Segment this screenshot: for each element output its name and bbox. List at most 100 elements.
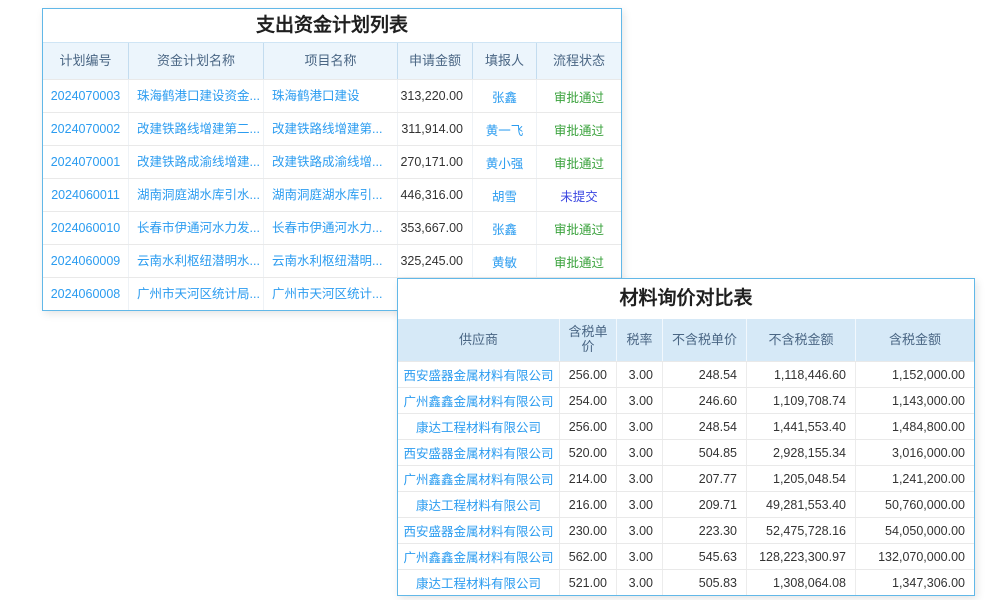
column-header-amount: 申请金额: [398, 43, 473, 79]
tax-rate-cell: 3.00: [617, 440, 663, 465]
amount-with-tax-cell: 132,070,000.00: [856, 544, 974, 569]
tax-rate-cell: 3.00: [617, 492, 663, 517]
supplier-link[interactable]: 西安盛器金属材料有限公司: [398, 362, 560, 387]
column-header-price-with-tax: 含税单价: [560, 319, 617, 361]
status-badge: 审批通过: [537, 212, 621, 244]
plan-no-link[interactable]: 2024060009: [43, 245, 129, 277]
price-without-tax-cell: 545.63: [663, 544, 747, 569]
plan-no-link[interactable]: 2024060010: [43, 212, 129, 244]
reporter-cell: 张鑫: [473, 80, 537, 112]
table-row[interactable]: 西安盛器金属材料有限公司 230.00 3.00 223.30 52,475,7…: [398, 517, 974, 543]
reporter-cell: 黄小强: [473, 146, 537, 178]
column-header-supplier: 供应商: [398, 319, 560, 361]
project-name-link[interactable]: 云南水利枢纽潜明...: [264, 245, 398, 277]
table-row[interactable]: 西安盛器金属材料有限公司 256.00 3.00 248.54 1,118,44…: [398, 361, 974, 387]
tax-rate-cell: 3.00: [617, 388, 663, 413]
tax-rate-cell: 3.00: [617, 414, 663, 439]
price-without-tax-cell: 504.85: [663, 440, 747, 465]
price-without-tax-cell: 246.60: [663, 388, 747, 413]
amount-without-tax-cell: 52,475,728.16: [747, 518, 856, 543]
table-row[interactable]: 2024060010 长春市伊通河水力发... 长春市伊通河水力... 353,…: [43, 211, 621, 244]
supplier-link[interactable]: 广州鑫鑫金属材料有限公司: [398, 466, 560, 491]
reporter-cell: 张鑫: [473, 212, 537, 244]
price-with-tax-cell: 521.00: [560, 570, 617, 595]
column-header-amount-without-tax: 不含税金额: [747, 319, 856, 361]
supplier-link[interactable]: 康达工程材料有限公司: [398, 414, 560, 439]
table-row[interactable]: 康达工程材料有限公司 216.00 3.00 209.71 49,281,553…: [398, 491, 974, 517]
supplier-link[interactable]: 康达工程材料有限公司: [398, 570, 560, 595]
plan-name-link[interactable]: 改建铁路线增建第二...: [129, 113, 264, 145]
table-row[interactable]: 西安盛器金属材料有限公司 520.00 3.00 504.85 2,928,15…: [398, 439, 974, 465]
project-name-link[interactable]: 广州市天河区统计...: [264, 278, 398, 310]
project-name-link[interactable]: 改建铁路成渝线增...: [264, 146, 398, 178]
amount-with-tax-cell: 1,152,000.00: [856, 362, 974, 387]
reporter-cell: 黄一飞: [473, 113, 537, 145]
plan-no-link[interactable]: 2024070003: [43, 80, 129, 112]
plan-no-link[interactable]: 2024060011: [43, 179, 129, 211]
column-header-plan-name: 资金计划名称: [129, 43, 264, 79]
amount-with-tax-cell: 54,050,000.00: [856, 518, 974, 543]
amount-without-tax-cell: 1,109,708.74: [747, 388, 856, 413]
supplier-link[interactable]: 康达工程材料有限公司: [398, 492, 560, 517]
plan-no-link[interactable]: 2024060008: [43, 278, 129, 310]
table-row[interactable]: 2024070002 改建铁路线增建第二... 改建铁路线增建第... 311,…: [43, 112, 621, 145]
column-header-plan-no: 计划编号: [43, 43, 129, 79]
price-without-tax-cell: 248.54: [663, 414, 747, 439]
column-header-status: 流程状态: [537, 43, 621, 79]
status-badge: 审批通过: [537, 245, 621, 277]
table-row[interactable]: 广州鑫鑫金属材料有限公司 214.00 3.00 207.77 1,205,04…: [398, 465, 974, 491]
plan-name-link[interactable]: 云南水利枢纽潜明水...: [129, 245, 264, 277]
supplier-link[interactable]: 西安盛器金属材料有限公司: [398, 518, 560, 543]
table-row[interactable]: 2024070001 改建铁路成渝线增建... 改建铁路成渝线增... 270,…: [43, 145, 621, 178]
plan-name-link[interactable]: 广州市天河区统计局...: [129, 278, 264, 310]
amount-cell: 446,316.00: [398, 179, 473, 211]
tax-rate-cell: 3.00: [617, 570, 663, 595]
table-row[interactable]: 康达工程材料有限公司 256.00 3.00 248.54 1,441,553.…: [398, 413, 974, 439]
table-row[interactable]: 2024070003 珠海鹤港口建设资金... 珠海鹤港口建设 313,220.…: [43, 79, 621, 112]
table-row[interactable]: 广州鑫鑫金属材料有限公司 562.00 3.00 545.63 128,223,…: [398, 543, 974, 569]
amount-cell: 353,667.00: [398, 212, 473, 244]
amount-without-tax-cell: 1,308,064.08: [747, 570, 856, 595]
price-with-tax-cell: 256.00: [560, 362, 617, 387]
amount-with-tax-cell: 1,241,200.00: [856, 466, 974, 491]
inquiry-table-title: 材料询价对比表: [398, 279, 974, 319]
tax-rate-cell: 3.00: [617, 466, 663, 491]
fund-table-header-row: 计划编号 资金计划名称 项目名称 申请金额 填报人 流程状态: [43, 43, 621, 79]
amount-cell: 311,914.00: [398, 113, 473, 145]
project-name-link[interactable]: 长春市伊通河水力...: [264, 212, 398, 244]
price-with-tax-cell: 520.00: [560, 440, 617, 465]
plan-name-link[interactable]: 长春市伊通河水力发...: [129, 212, 264, 244]
project-name-link[interactable]: 珠海鹤港口建设: [264, 80, 398, 112]
price-without-tax-cell: 248.54: [663, 362, 747, 387]
price-with-tax-cell: 214.00: [560, 466, 617, 491]
project-name-link[interactable]: 湖南洞庭湖水库引...: [264, 179, 398, 211]
column-header-reporter: 填报人: [473, 43, 537, 79]
table-row[interactable]: 广州鑫鑫金属材料有限公司 254.00 3.00 246.60 1,109,70…: [398, 387, 974, 413]
plan-name-link[interactable]: 珠海鹤港口建设资金...: [129, 80, 264, 112]
price-without-tax-cell: 223.30: [663, 518, 747, 543]
reporter-cell: 黄敏: [473, 245, 537, 277]
plan-name-link[interactable]: 改建铁路成渝线增建...: [129, 146, 264, 178]
supplier-link[interactable]: 西安盛器金属材料有限公司: [398, 440, 560, 465]
price-without-tax-cell: 505.83: [663, 570, 747, 595]
table-row[interactable]: 2024060011 湖南洞庭湖水库引水... 湖南洞庭湖水库引... 446,…: [43, 178, 621, 211]
material-inquiry-panel: 材料询价对比表 供应商 含税单价 税率 不含税单价 不含税金额 含税金额 西安盛…: [397, 278, 975, 596]
price-with-tax-cell: 216.00: [560, 492, 617, 517]
price-with-tax-cell: 254.00: [560, 388, 617, 413]
inquiry-table-header-row: 供应商 含税单价 税率 不含税单价 不含税金额 含税金额: [398, 319, 974, 361]
project-name-link[interactable]: 改建铁路线增建第...: [264, 113, 398, 145]
amount-without-tax-cell: 1,205,048.54: [747, 466, 856, 491]
amount-with-tax-cell: 1,347,306.00: [856, 570, 974, 595]
amount-without-tax-cell: 2,928,155.34: [747, 440, 856, 465]
amount-with-tax-cell: 50,760,000.00: [856, 492, 974, 517]
plan-no-link[interactable]: 2024070001: [43, 146, 129, 178]
price-with-tax-cell: 256.00: [560, 414, 617, 439]
plan-no-link[interactable]: 2024070002: [43, 113, 129, 145]
status-badge: 未提交: [537, 179, 621, 211]
table-row[interactable]: 2024060009 云南水利枢纽潜明水... 云南水利枢纽潜明... 325,…: [43, 244, 621, 277]
supplier-link[interactable]: 广州鑫鑫金属材料有限公司: [398, 544, 560, 569]
supplier-link[interactable]: 广州鑫鑫金属材料有限公司: [398, 388, 560, 413]
amount-cell: 270,171.00: [398, 146, 473, 178]
table-row[interactable]: 康达工程材料有限公司 521.00 3.00 505.83 1,308,064.…: [398, 569, 974, 595]
plan-name-link[interactable]: 湖南洞庭湖水库引水...: [129, 179, 264, 211]
